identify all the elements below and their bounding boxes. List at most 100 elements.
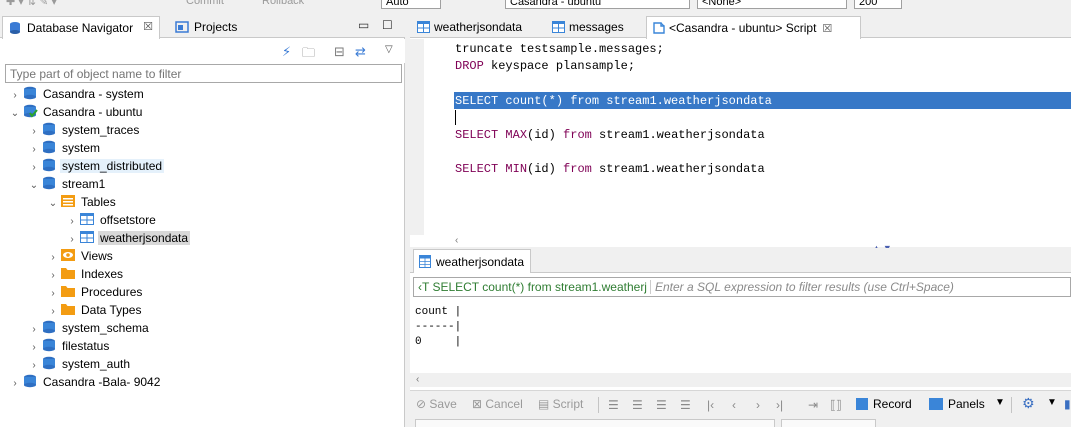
sql-editor[interactable]: truncate testsample.messages; DROP keysp…: [424, 39, 1071, 235]
sql-keyword: from: [570, 94, 600, 108]
navigator-filter-input[interactable]: [5, 64, 402, 83]
tab-results-weatherjsondata[interactable]: weatherjsondata: [413, 249, 532, 273]
active-connection-select[interactable]: Casandra - ubuntu: [505, 0, 690, 9]
code-text: truncate testsample.messages;: [455, 42, 664, 56]
expand-arrow-icon[interactable]: ›: [8, 375, 22, 393]
add-row-icon[interactable]: ☰: [632, 398, 643, 412]
tree-node-system-schema[interactable]: › system_schema: [27, 319, 151, 337]
new-connection-icon[interactable]: ⚡: [282, 44, 291, 60]
panels-button[interactable]: Panels: [929, 397, 985, 411]
tree-node-system-auth[interactable]: › system_auth: [27, 355, 132, 373]
next-page-icon[interactable]: ›: [756, 398, 760, 412]
more-icon[interactable]: ▮: [1064, 397, 1071, 411]
tab-database-navigator[interactable]: Database Navigator ☒: [2, 16, 160, 39]
link-with-editor-icon[interactable]: ⇄: [355, 44, 366, 60]
tree-node-casandra-bala[interactable]: › Casandra -Bala- 9042: [8, 373, 162, 391]
sql-keyword: DROP: [455, 59, 484, 73]
collapse-arrow-icon[interactable]: ⌄: [27, 177, 41, 195]
collapse-arrow-icon[interactable]: ⌄: [46, 195, 60, 213]
tree-node-system-traces[interactable]: › system_traces: [27, 121, 141, 139]
results-horizontal-scrollbar[interactable]: ‹: [410, 373, 1071, 387]
record-button[interactable]: Record: [856, 397, 912, 411]
new-folder-icon[interactable]: 🗀: [302, 44, 315, 66]
script-icon: [653, 22, 665, 34]
sql-keyword: SELECT: [455, 128, 499, 142]
rollback-button[interactable]: Rollback: [262, 0, 304, 9]
database-icon: [24, 374, 36, 388]
collapse-all-icon[interactable]: ⊟: [334, 44, 345, 60]
panels-dropdown-icon[interactable]: ▼: [995, 397, 1005, 408]
close-icon[interactable]: ☒: [143, 20, 153, 33]
commit-button[interactable]: Commit: [186, 0, 224, 9]
tree-node-label: Casandra - ubuntu: [43, 105, 143, 119]
result-line: 0 |: [415, 336, 462, 348]
tree-node-system-distributed[interactable]: › system_distributed: [27, 157, 165, 175]
toolbar-separator: [598, 397, 599, 413]
active-schema-select[interactable]: <None>: [697, 0, 847, 9]
maximize-icon[interactable]: ☐: [382, 18, 393, 32]
first-page-icon[interactable]: |‹: [707, 398, 714, 412]
tree-node-filestatus[interactable]: › filestatus: [27, 337, 111, 355]
settings-dropdown-icon[interactable]: ▼: [1047, 397, 1057, 408]
collapse-arrow-icon[interactable]: ⌄: [8, 105, 22, 123]
script-label: Script: [552, 397, 584, 411]
edit-row-icon[interactable]: ☰: [608, 398, 619, 412]
table-icon: [80, 213, 94, 225]
sql-keyword: from: [563, 128, 592, 142]
tree-node-weatherjsondata[interactable]: › weatherjsondata: [65, 229, 191, 247]
previous-page-icon[interactable]: ‹: [732, 398, 736, 412]
delete-row-icon[interactable]: ☰: [680, 398, 691, 412]
tree-node-offsetstore[interactable]: › offsetstore: [65, 211, 158, 229]
result-limit-input[interactable]: 200: [854, 0, 902, 9]
results-filter-bar[interactable]: ‹T SELECT count(*) from stream1.weatherj…: [413, 277, 1071, 297]
code-line: SELECT MIN(id) from stream1.weatherjsond…: [455, 161, 765, 177]
tree-node-label: system_distributed: [60, 159, 165, 173]
tree-node-casandra-system[interactable]: › Casandra - system: [8, 85, 146, 103]
scroll-left-icon[interactable]: ‹: [455, 235, 458, 246]
tab-label: weatherjsondata: [436, 255, 525, 269]
filter-expression-input[interactable]: Enter a SQL expression to filter results…: [655, 280, 954, 294]
tree-node-label: Tables: [81, 195, 116, 209]
folder-icon: [61, 286, 75, 297]
tree-node-label: Casandra - system: [43, 87, 144, 101]
tree-node-procedures[interactable]: › Procedures: [46, 283, 144, 301]
tree-node-label: Procedures: [81, 285, 143, 299]
tree-node-indexes[interactable]: › Indexes: [46, 265, 125, 283]
last-page-icon[interactable]: ›|: [776, 398, 783, 412]
tree-node-label: offsetstore: [100, 213, 156, 227]
fetch-all-icon[interactable]: ⟦⟧: [830, 398, 842, 412]
tab-weatherjsondata[interactable]: weatherjsondata: [412, 16, 538, 38]
view-menu-icon[interactable]: ▽: [385, 44, 393, 55]
tab-casandra-ubuntu-script[interactable]: <Casandra - ubuntu> Script ☒: [646, 16, 861, 39]
minimize-icon[interactable]: ▭: [358, 18, 369, 32]
panels-label: Panels: [948, 397, 985, 411]
tab-messages[interactable]: messages: [547, 16, 647, 38]
close-icon[interactable]: ☒: [822, 23, 832, 35]
toolbar-icons[interactable]: ✚ ▾ ⇅ ✎ ▾: [6, 0, 57, 9]
editor-tabs: weatherjsondata messages <Casandra - ubu…: [410, 10, 1071, 39]
code-text: stream1.weatherjsondata: [599, 94, 772, 108]
tree-node-system[interactable]: › system: [27, 139, 102, 157]
transaction-mode-select[interactable]: Auto: [381, 0, 441, 9]
tab-label: messages: [569, 20, 624, 34]
tree-node-label: system_auth: [62, 357, 131, 371]
cancel-label: Cancel: [485, 397, 523, 411]
database-icon: [43, 122, 55, 136]
editor-horizontal-scrollbar[interactable]: ‹: [424, 235, 1071, 247]
tree-node-data-types[interactable]: › Data Types: [46, 301, 143, 319]
scroll-left-icon[interactable]: ‹: [416, 374, 419, 385]
tree-node-tables[interactable]: ⌄ Tables: [46, 193, 118, 211]
settings-gear-icon[interactable]: ⚙: [1022, 395, 1035, 412]
cancel-button[interactable]: ⊠ Cancel: [472, 397, 523, 411]
tab-projects[interactable]: Projects: [170, 16, 240, 38]
tree-node-casandra-ubuntu[interactable]: ⌄ Casandra - ubuntu: [8, 103, 144, 121]
script-button[interactable]: ▤ Script: [538, 397, 583, 411]
code-line: DROP keyspace plansample;: [455, 58, 635, 74]
tree-node-stream1[interactable]: ⌄ stream1: [27, 175, 107, 193]
navigator-toolbar: ⚡ 🗀 ⊟ ⇄ ▽: [0, 39, 405, 63]
copy-row-icon[interactable]: ☰: [656, 398, 667, 412]
panels-icon: [929, 398, 943, 410]
fetch-next-icon[interactable]: ⇥: [808, 398, 818, 412]
save-button[interactable]: ⊘ Save: [416, 397, 457, 411]
tree-node-views[interactable]: › Views: [46, 247, 115, 265]
